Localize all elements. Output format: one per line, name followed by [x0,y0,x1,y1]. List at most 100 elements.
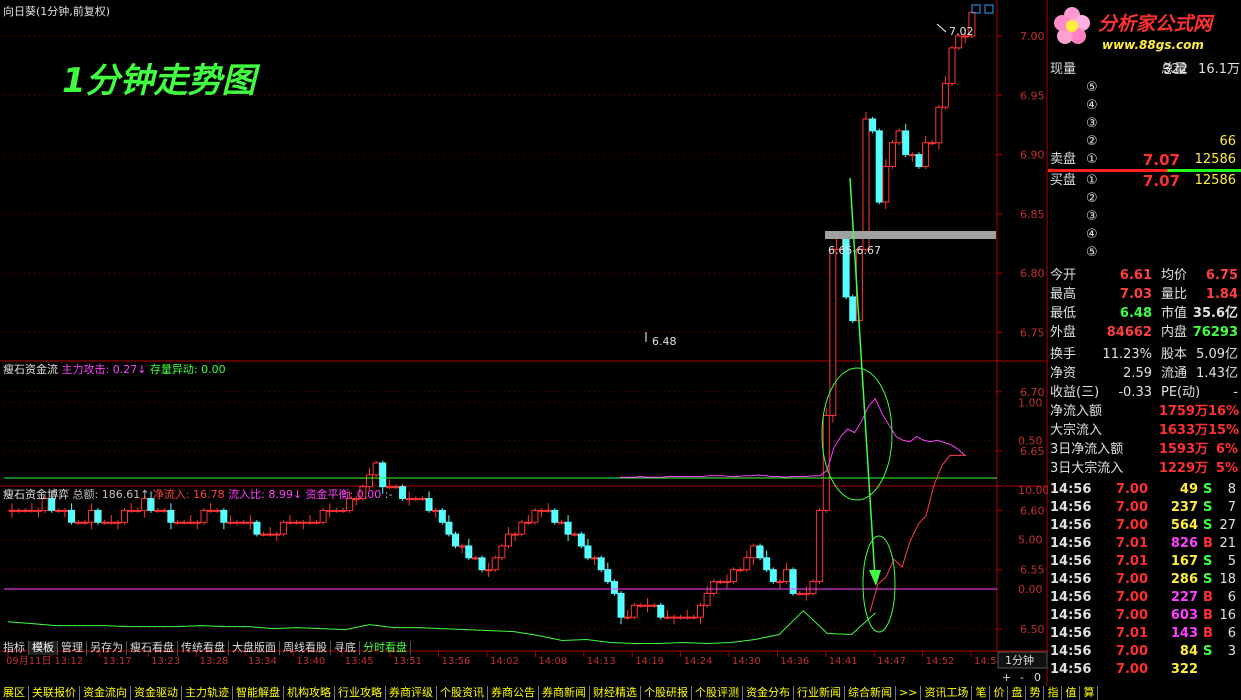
side: B [1203,536,1213,551]
tab-价[interactable]: 价 [990,686,1009,700]
value: 84662 [1106,325,1152,340]
value: 6.48 [1119,306,1152,321]
trade-tick: 14:56 7.01 826 B 21 [1048,535,1241,553]
candle [187,521,195,524]
value: 76293 [1192,325,1238,340]
trade-tick: 14:56 7.00 237 S 7 [1048,499,1241,517]
tab-个股资讯[interactable]: 个股资讯 [437,686,488,700]
candle [663,616,671,619]
x-tick-label: 14:08 [538,656,567,667]
value: 11.23% [1102,347,1152,362]
trade-tick: 14:56 7.01 167 S 5 [1048,553,1241,571]
tab-资金流向[interactable]: 资金流向 [80,686,131,700]
tab-财经精选[interactable]: 财经精选 [590,686,641,700]
tab-个股研报[interactable]: 个股研报 [641,686,692,700]
candle [524,521,532,524]
candle [882,165,890,203]
candle [193,521,201,524]
candle [392,486,400,489]
candle [425,498,433,511]
price: 7.00 [1115,608,1148,623]
tab-资金驱动[interactable]: 资金驱动 [131,686,182,700]
candle [584,545,592,559]
candle [849,296,857,322]
panel-title: 瘦石资金流 主力攻击: 0.27↓ 存量异动: 0.00 [3,362,226,376]
tab-另存为[interactable]: 另存为 [87,641,127,655]
candle [822,415,830,511]
tab-智能解盘[interactable]: 智能解盘 [233,686,284,700]
candle [61,509,69,512]
candle [74,521,82,524]
candle [54,509,62,512]
tab-笔[interactable]: 笔 [972,686,991,700]
candle [293,521,301,524]
candle [240,521,248,524]
candle [756,545,764,559]
candle [869,118,877,132]
zoom-minus-button[interactable]: - [1020,671,1024,684]
tab-值[interactable]: 值 [1062,686,1081,700]
tab-模板[interactable]: 模板 [29,641,58,655]
tab-综合新闻[interactable]: 综合新闻 [845,686,896,700]
candle [465,545,473,559]
candle [716,581,724,584]
indicator-field: 流入比: 8.99 [228,487,293,501]
tab-资金分布[interactable]: 资金分布 [743,686,794,700]
count: 21 [1219,536,1236,551]
label: 净资 [1050,366,1077,381]
x-tick-label: 13:45 [345,656,374,667]
tab-传统看盘[interactable]: 传统看盘 [178,641,229,655]
ask-level: ③ [1048,115,1241,133]
bid-level: ⑤ [1048,244,1241,262]
time: 14:56 [1050,482,1092,497]
tab-指[interactable]: 指 [1044,686,1063,700]
tab-周线看股[interactable]: 周线看股 [280,641,331,655]
tab-分时看盘[interactable]: 分时看盘 [360,641,411,655]
tab-管理[interactable]: 管理 [58,641,87,655]
tab-行业攻略[interactable]: 行业攻略 [335,686,386,700]
tab-个股评测[interactable]: 个股评测 [692,686,743,700]
value: 6.61 [1119,268,1152,283]
tab-主力轨迹[interactable]: 主力轨迹 [182,686,233,700]
candle [703,592,711,606]
indicator-field: :- [385,488,393,501]
level-num: ① [1086,152,1098,167]
trade-tick: 14:56 7.00 227 B 6 [1048,589,1241,607]
trade-tick: 14:56 7.00 322 [1048,661,1241,679]
tab-券商新闻[interactable]: 券商新闻 [539,686,590,700]
tab-行业新闻[interactable]: 行业新闻 [794,686,845,700]
tab-关联报价[interactable]: 关联报价 [29,686,80,700]
candle [498,545,506,559]
tab-大盘版面[interactable]: 大盘版面 [229,641,280,655]
tab-瘦石看盘[interactable]: 瘦石看盘 [127,641,178,655]
level-num: ⑤ [1086,245,1098,260]
chart-area[interactable]: 7.006.956.906.856.806.756.706.656.606.55… [0,0,1048,700]
y-tick-label: 10.00 [1018,484,1048,497]
tab-券商评级[interactable]: 券商评级 [386,686,437,700]
tab-算[interactable]: 算 [1080,686,1099,700]
count: 27 [1219,518,1236,533]
candle [246,521,254,524]
candle [405,498,413,501]
tab-寻底[interactable]: 寻底 [331,641,360,655]
candle [551,509,559,523]
candle [399,486,407,500]
label: 股本 [1161,347,1188,362]
candle [802,592,810,595]
tab-机构攻略[interactable]: 机构攻略 [284,686,335,700]
tab->>[interactable]: >> [896,686,922,700]
percent: 16% [1208,404,1240,419]
tab-展区[interactable]: 展区 [0,686,29,700]
zoom-plus-button[interactable]: + [1002,671,1011,684]
tab-资讯工场[interactable]: 资讯工场 [921,686,973,700]
level-num: ② [1086,134,1098,149]
x-tick-label: 13:56 [442,656,471,667]
tab-盘[interactable]: 盘 [1008,686,1027,700]
candle [313,521,321,524]
candle [769,569,777,583]
side: B [1203,626,1213,641]
tab-券商公告[interactable]: 券商公告 [488,686,539,700]
tab-指标[interactable]: 指标 [0,641,29,655]
tab-势[interactable]: 势 [1026,686,1045,700]
label: 最高 [1050,287,1077,302]
